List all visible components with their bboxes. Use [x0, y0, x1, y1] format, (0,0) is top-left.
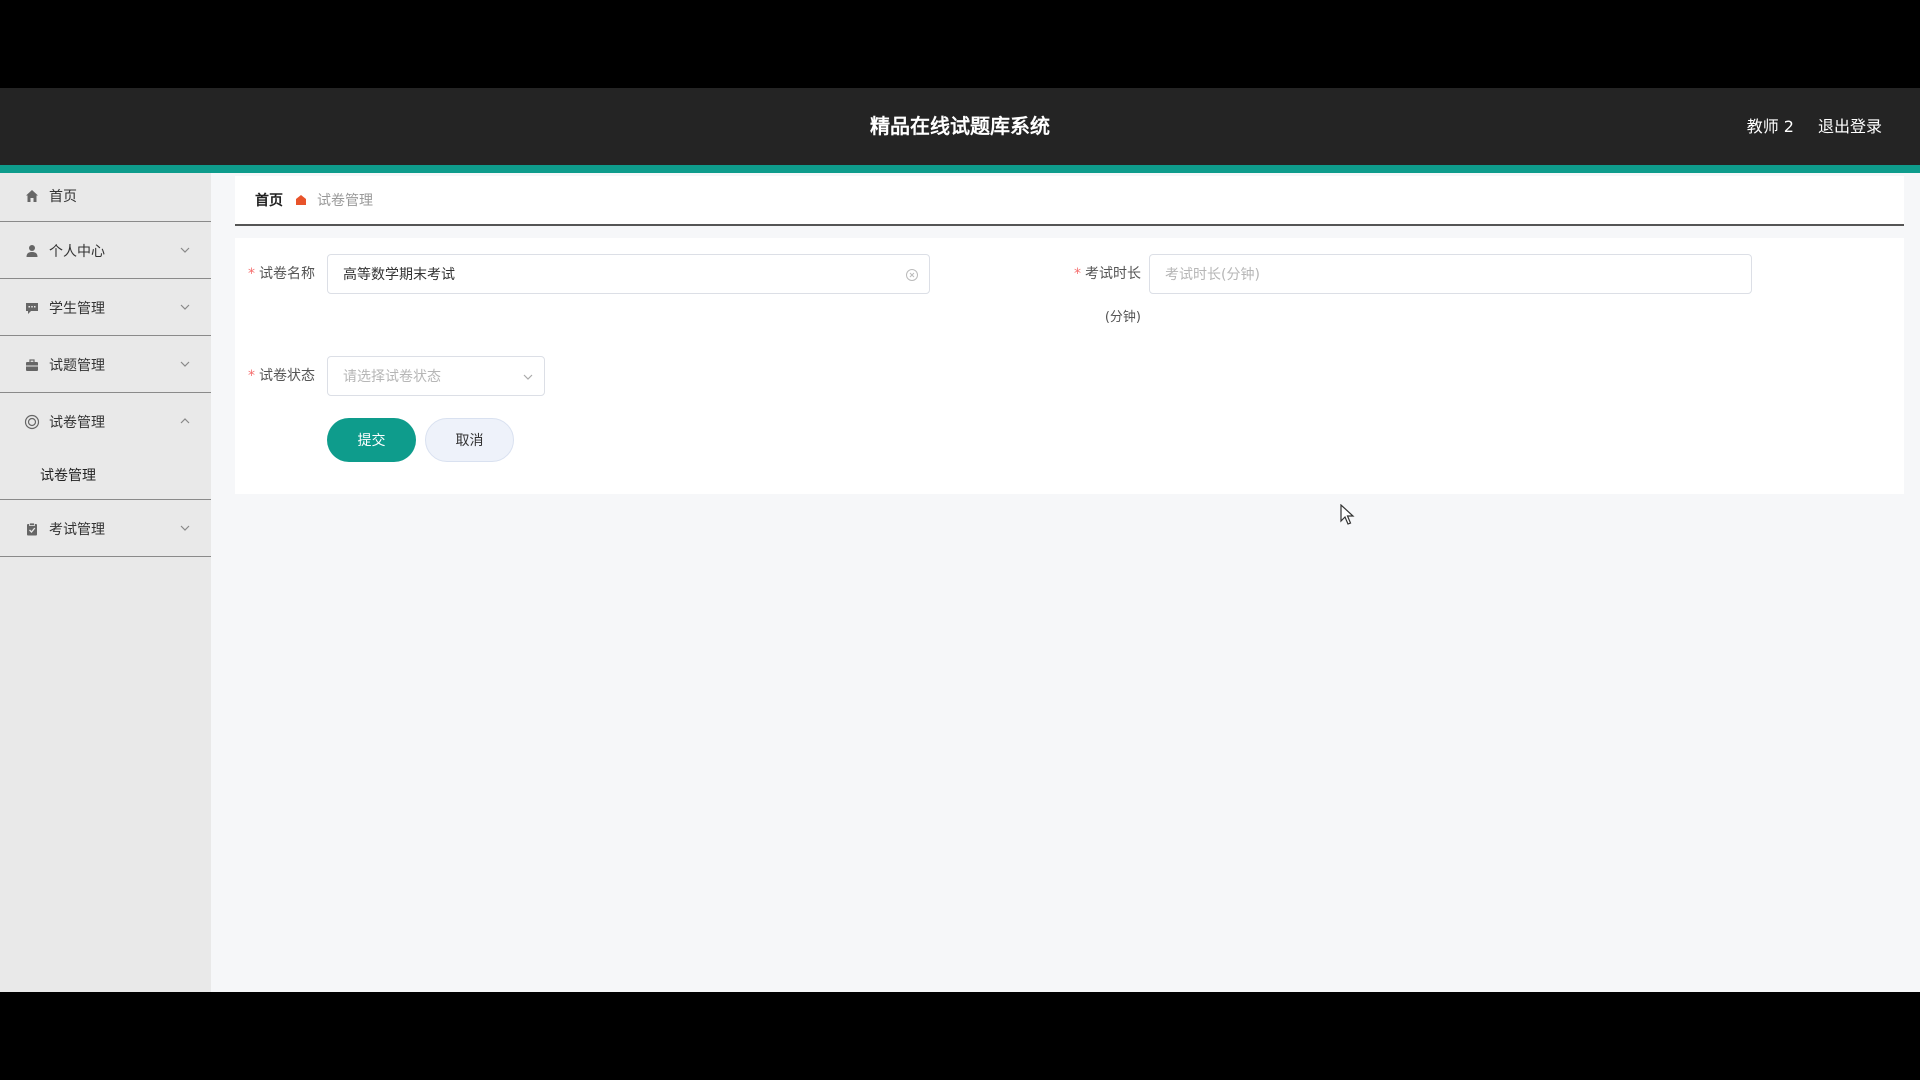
- paper-icon: [24, 414, 40, 430]
- sidebar-item-label: 学生管理: [49, 300, 105, 317]
- paper-name-input[interactable]: 高等数学期末考试: [327, 254, 930, 294]
- paper-name-label: * 试卷名称: [248, 266, 315, 282]
- mouse-cursor-icon: [1340, 504, 1355, 525]
- sidebar-item-papers: 试卷管理 试卷管理: [0, 393, 211, 500]
- sidebar-row-questions[interactable]: 试题管理: [0, 336, 211, 393]
- paper-name-value: 高等数学期末考试: [343, 267, 455, 283]
- chevron-down-icon: [180, 525, 190, 531]
- main-content: 首页 试卷管理 * 试卷名称 高等数学期末考试 * 考试时长 考试时长(分钟) (分…: [235, 176, 1904, 494]
- current-user: 教师 2: [1746, 117, 1794, 136]
- sidebar-subitem-label: 试卷管理: [40, 468, 96, 484]
- app-window: 精品在线试题库系统 教师 2 退出登录 首页 个人中心 学生管理 试题管理 试卷…: [0, 88, 1920, 992]
- sidebar-row-papers[interactable]: 试卷管理: [0, 393, 211, 450]
- sidebar-item-label: 个人中心: [49, 243, 105, 260]
- chevron-down-icon: [180, 361, 190, 367]
- breadcrumb-separator-icon: [295, 194, 307, 206]
- logout-link[interactable]: 退出登录: [1818, 88, 1882, 165]
- header-accent-bar: [0, 165, 1920, 173]
- clipboard-icon: [24, 521, 40, 537]
- system-title: 精品在线试题库系统: [870, 114, 1050, 138]
- submit-button[interactable]: 提交: [327, 418, 416, 462]
- chat-icon: [24, 300, 40, 316]
- paper-status-label: * 试卷状态: [248, 368, 315, 384]
- sidebar-row-profile[interactable]: 个人中心: [0, 222, 211, 279]
- letterbox-top: [0, 0, 1920, 88]
- user-icon: [24, 243, 40, 259]
- clear-icon[interactable]: [905, 268, 919, 282]
- breadcrumb-current: 试卷管理: [317, 193, 373, 209]
- sidebar: 首页 个人中心 学生管理 试题管理 试卷管理 试卷管理 考试管理: [0, 173, 211, 992]
- required-mark: *: [248, 266, 255, 282]
- paper-status-select[interactable]: 请选择试卷状态: [327, 356, 545, 396]
- cancel-button[interactable]: 取消: [425, 418, 514, 462]
- letterbox-bottom: [0, 992, 1920, 1080]
- duration-unit-label: (分钟): [1104, 310, 1141, 325]
- chevron-down-icon: [180, 247, 190, 253]
- briefcase-icon: [24, 357, 40, 373]
- sidebar-row-home[interactable]: 首页: [0, 173, 211, 218]
- sidebar-item-exams: 考试管理: [0, 500, 211, 557]
- top-header: 精品在线试题库系统 教师 2 退出登录: [0, 88, 1920, 173]
- chevron-down-icon: [180, 304, 190, 310]
- sidebar-item-questions: 试题管理: [0, 336, 211, 393]
- paper-form: * 试卷名称 高等数学期末考试 * 考试时长 考试时长(分钟) (分钟) * 试卷状态…: [235, 238, 1904, 494]
- required-mark: *: [248, 368, 255, 384]
- chevron-down-icon: [523, 374, 533, 380]
- duration-placeholder: 考试时长(分钟): [1165, 267, 1260, 283]
- chevron-up-icon: [180, 418, 190, 424]
- sidebar-subitem-papers[interactable]: 试卷管理: [0, 450, 211, 500]
- home-icon: [24, 188, 40, 204]
- paper-status-placeholder: 请选择试卷状态: [343, 369, 441, 385]
- sidebar-item-students: 学生管理: [0, 279, 211, 336]
- sidebar-item-label: 首页: [49, 188, 77, 205]
- required-mark: *: [1074, 266, 1081, 282]
- sidebar-item-profile: 个人中心: [0, 222, 211, 279]
- sidebar-item-label: 试卷管理: [49, 414, 105, 431]
- sidebar-row-exams[interactable]: 考试管理: [0, 500, 211, 557]
- breadcrumb: 首页 试卷管理: [235, 176, 1904, 226]
- sidebar-item-label: 试题管理: [49, 357, 105, 374]
- duration-label: * 考试时长: [1074, 266, 1141, 282]
- sidebar-row-students[interactable]: 学生管理: [0, 279, 211, 336]
- breadcrumb-home[interactable]: 首页: [255, 190, 283, 210]
- sidebar-item-label: 考试管理: [49, 521, 105, 538]
- sidebar-item-home: 首页: [0, 173, 211, 222]
- duration-input[interactable]: 考试时长(分钟): [1149, 254, 1752, 294]
